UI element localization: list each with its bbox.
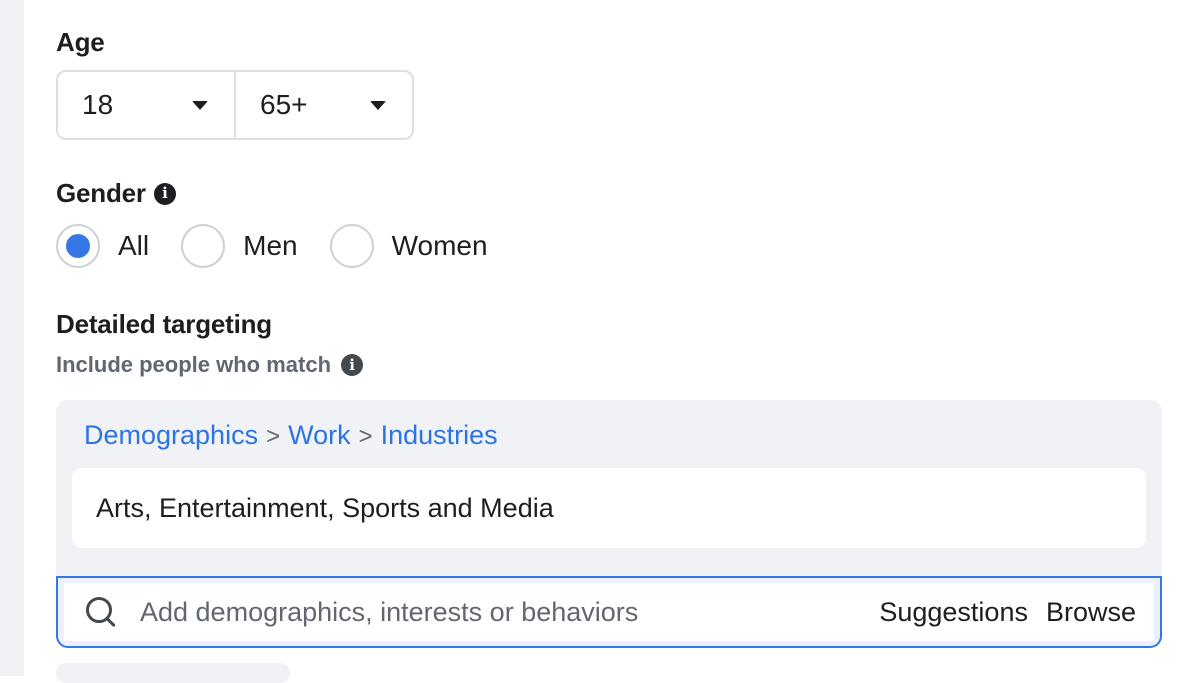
breadcrumb-industries[interactable]: Industries <box>381 420 498 450</box>
gender-option-women[interactable]: Women <box>329 224 488 268</box>
gender-option-all[interactable]: All <box>56 224 149 268</box>
caret-down-icon <box>370 100 386 110</box>
detailed-targeting-heading: Detailed targeting <box>56 309 272 339</box>
targeting-search-inner: Suggestions Browse <box>64 583 1154 641</box>
age-heading: Age <box>56 27 105 57</box>
age-min-value: 18 <box>82 89 114 120</box>
age-min-select[interactable]: 18 <box>58 72 234 138</box>
selected-targeting-label: Arts, Entertainment, Sports and Media <box>96 492 554 523</box>
breadcrumb-work[interactable]: Work <box>288 420 351 450</box>
caret-down-icon <box>192 100 208 110</box>
gender-radio-group: All Men Women <box>56 222 520 270</box>
age-range-selector: 18 65+ <box>56 70 414 140</box>
breadcrumb: Demographics > Work > Industries <box>84 420 498 451</box>
next-section-placeholder <box>56 663 290 683</box>
gender-option-label: Women <box>391 230 488 261</box>
age-max-value: 65+ <box>260 89 308 120</box>
targeting-search-bar: Suggestions Browse <box>56 576 1162 648</box>
radio-button[interactable] <box>181 224 226 268</box>
breadcrumb-separator: > <box>266 423 281 450</box>
search-icon <box>86 597 116 628</box>
browse-button[interactable]: Browse <box>1046 597 1136 628</box>
gender-option-label: All <box>118 230 150 261</box>
gender-heading-row: Gender i <box>56 178 176 209</box>
breadcrumb-separator: > <box>358 423 373 450</box>
age-max-select[interactable]: 65+ <box>234 72 412 138</box>
radio-button-selected[interactable] <box>56 224 100 268</box>
info-icon[interactable]: i <box>153 182 176 205</box>
left-panel-edge <box>0 0 24 676</box>
targeting-search-input[interactable] <box>138 595 862 629</box>
selected-targeting-item[interactable]: Arts, Entertainment, Sports and Media <box>72 468 1146 548</box>
radio-dot <box>66 234 90 258</box>
gender-option-label: Men <box>243 230 298 261</box>
include-subtitle: Include people who match <box>56 352 332 377</box>
gender-heading: Gender <box>56 178 146 208</box>
include-subtitle-row: Include people who match i <box>56 352 364 378</box>
breadcrumb-demographics[interactable]: Demographics <box>84 420 258 450</box>
suggestions-button[interactable]: Suggestions <box>879 597 1028 628</box>
radio-button[interactable] <box>329 224 374 268</box>
gender-option-men[interactable]: Men <box>181 224 298 268</box>
detailed-targeting-panel: Demographics > Work > Industries Arts, Enter… <box>56 400 1162 648</box>
info-icon[interactable]: i <box>341 354 364 376</box>
